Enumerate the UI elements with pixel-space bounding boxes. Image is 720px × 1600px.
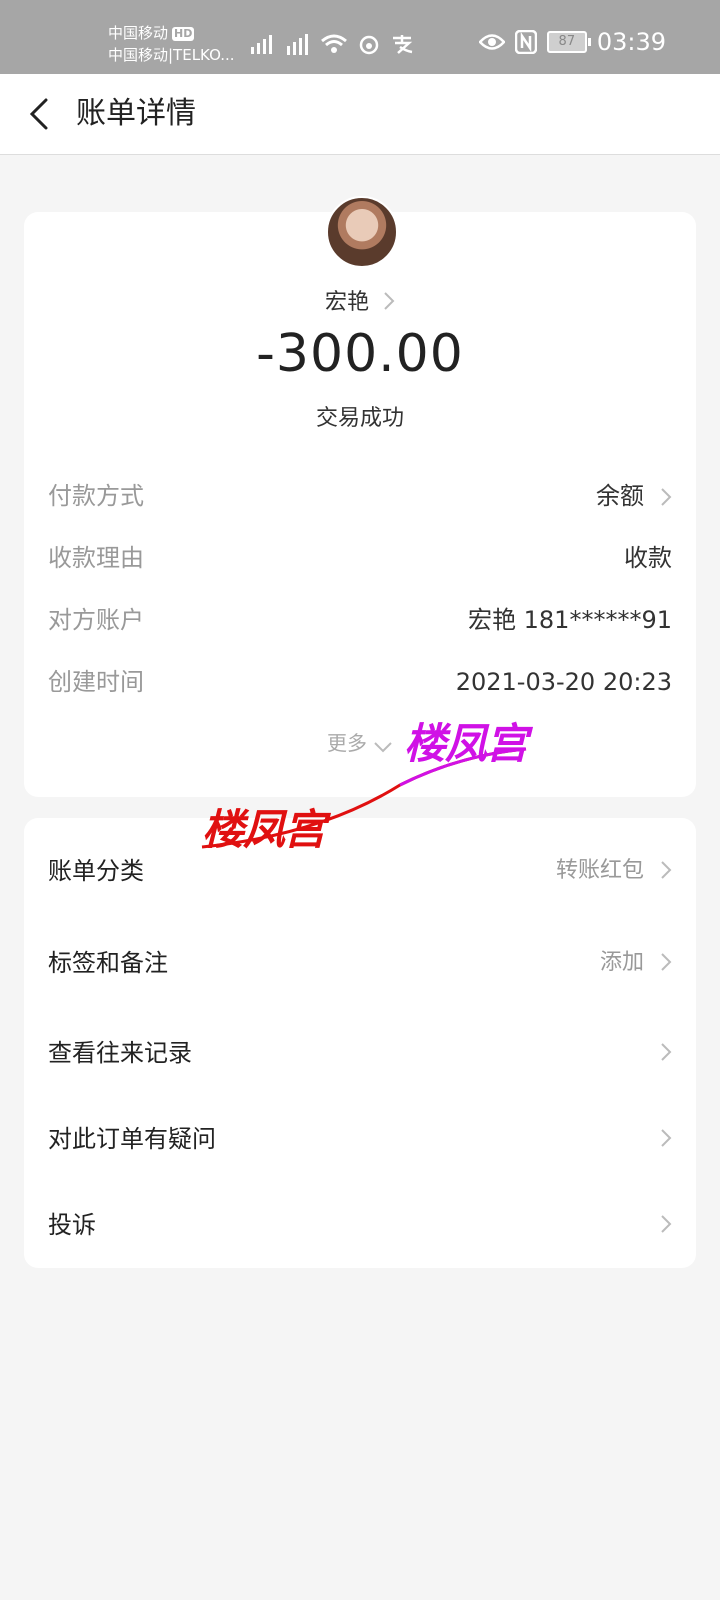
menu-item-tags-notes[interactable]: 标签和备注 添加: [48, 938, 672, 988]
menu-label: 账单分类: [48, 857, 144, 885]
chevron-right-icon: [661, 1129, 672, 1147]
page-title: 账单详情: [76, 96, 196, 131]
detail-row-created-time: 创建时间 2021-03-20 20:23: [48, 662, 672, 702]
transaction-status: 交易成功: [315, 406, 404, 431]
detail-label: 对方账户: [48, 606, 144, 634]
alipay-icon: [393, 35, 413, 54]
detail-value: 2021-03-20 20:23: [455, 668, 672, 696]
menu-item-history[interactable]: 查看往来记录: [48, 1028, 672, 1078]
battery-icon: 87: [546, 31, 591, 53]
eye-icon: [478, 34, 505, 50]
nfc-icon: [514, 30, 537, 54]
wifi-icon: [321, 34, 347, 53]
tags-value: 添加: [599, 950, 644, 975]
menu-label: 查看往来记录: [48, 1039, 192, 1067]
menu-value: [644, 1114, 672, 1164]
chevron-right-icon: [661, 488, 672, 506]
chevron-right-icon: [384, 292, 395, 310]
weibo-icon: [359, 35, 379, 55]
payee-name: 宏艳: [324, 290, 369, 315]
chevron-right-icon: [661, 861, 672, 879]
detail-label: 创建时间: [48, 668, 144, 696]
menu-value: 转账红包: [556, 846, 672, 896]
menu-label: 投诉: [48, 1211, 96, 1239]
bill-category-value: 转账红包: [555, 858, 644, 883]
signal-2-icon: [287, 34, 308, 55]
detail-label: 收款理由: [48, 544, 144, 572]
clock: 03:39: [596, 28, 666, 56]
status-bar: 中国移动 HD 中国移动|TELKO... 87 03:39: [0, 0, 720, 74]
chevron-right-icon: [661, 1043, 672, 1061]
carrier-1: 中国移动: [108, 24, 169, 42]
back-arrow-icon[interactable]: [26, 96, 56, 132]
payment-method-value: 余额: [596, 482, 644, 510]
detail-value: 宏艳 181******91: [468, 606, 672, 634]
payee-row[interactable]: 宏艳: [24, 284, 696, 316]
menu-label: 对此订单有疑问: [48, 1125, 216, 1153]
detail-value: 余额: [596, 476, 672, 516]
chevron-right-icon: [661, 953, 672, 971]
watermark-text: 楼凤宫: [202, 805, 326, 854]
chevron-right-icon: [661, 1215, 672, 1233]
amount: -300.00: [256, 324, 464, 384]
menu-value: [644, 1028, 672, 1078]
actions-card: 账单分类 转账红包 标签和备注 添加 查看往来记录 对此订单有疑问 投诉: [24, 818, 696, 1268]
carrier-info: 中国移动 HD 中国移动|TELKO...: [108, 22, 235, 66]
detail-row-reason: 收款理由 收款: [48, 538, 672, 578]
detail-row-account: 对方账户 宏艳 181******91: [48, 600, 672, 640]
status-right: 87 03:39: [478, 28, 666, 56]
menu-label: 标签和备注: [48, 949, 168, 977]
carrier-2: 中国移动|TELKO...: [108, 46, 235, 64]
avatar[interactable]: [326, 196, 398, 268]
detail-value: 收款: [624, 544, 672, 572]
menu-item-complaint[interactable]: 投诉: [48, 1200, 672, 1250]
watermark-text: 楼凤宫: [404, 719, 528, 768]
signal-icon: [251, 35, 272, 54]
menu-value: 添加: [600, 938, 672, 988]
header: 账单详情: [0, 74, 720, 155]
transaction-card: 宏艳 -300.00 交易成功 付款方式 余额 收款理由 收款 对方账户 宏艳 …: [24, 196, 696, 797]
hd-badge: HD: [172, 27, 195, 41]
status-icons: [250, 30, 414, 58]
menu-value: [644, 1200, 672, 1250]
detail-row-payment-method[interactable]: 付款方式 余额: [48, 476, 672, 516]
menu-item-question[interactable]: 对此订单有疑问: [48, 1114, 672, 1164]
detail-label: 付款方式: [48, 482, 144, 510]
